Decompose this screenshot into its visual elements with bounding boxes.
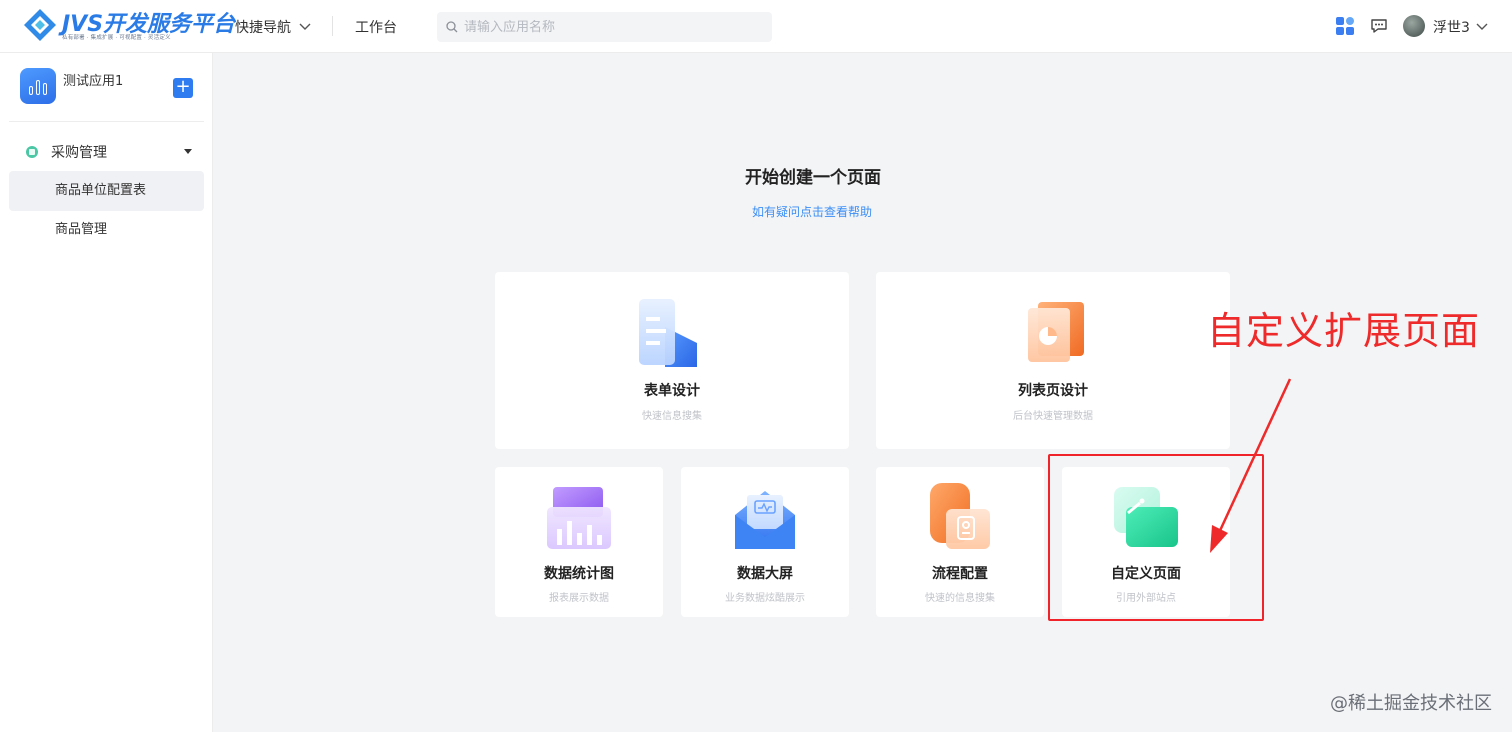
folder-icon [26, 146, 38, 158]
caret-down-icon [184, 149, 192, 154]
nav-divider [332, 16, 333, 36]
search-icon [446, 21, 458, 33]
annotation-label: 自定义扩展页面 [1207, 309, 1481, 353]
help-link[interactable]: 如有疑问点击查看帮助 [662, 203, 962, 220]
card-subtitle: 快速的信息搜集 [925, 593, 995, 604]
card-form-design[interactable]: 表单设计 快速信息搜集 [495, 272, 849, 449]
logo[interactable]: JVS开发服务平台 私有部署 · 集成扩展 · 可视配置 · 灵活定义 [22, 6, 235, 46]
user-name: 浮世3 [1433, 20, 1470, 36]
sidebar: 测试应用1 + 采购管理 商品单位配置表 商品管理 [0, 53, 213, 732]
message-icon[interactable] [1370, 17, 1388, 35]
logo-subtitle: 私有部署 · 集成扩展 · 可视配置 · 灵活定义 [62, 35, 171, 41]
envelope-screen-icon [735, 491, 795, 549]
card-subtitle: 报表展示数据 [549, 593, 609, 604]
sidebar-divider [9, 121, 204, 122]
card-title: 数据大屏 [737, 566, 793, 582]
search-input[interactable] [464, 19, 754, 35]
top-bar: JVS开发服务平台 私有部署 · 集成扩展 · 可视配置 · 灵活定义 快捷导航… [0, 0, 1512, 53]
search-box [437, 12, 772, 42]
quick-nav-label: 快捷导航 [235, 20, 291, 36]
card-subtitle: 业务数据炫酷展示 [725, 593, 805, 604]
workflow-icon [930, 483, 990, 549]
card-subtitle: 后台快速管理数据 [1013, 411, 1093, 422]
card-data-chart[interactable]: 数据统计图 报表展示数据 [495, 467, 663, 617]
bar-chart-icon [547, 487, 611, 549]
annotation-arrow-icon [1210, 378, 1292, 553]
sidebar-group-purchase[interactable]: 采购管理 [26, 141, 196, 163]
card-title: 列表页设计 [1018, 383, 1088, 399]
app-name: 测试应用1 [63, 74, 124, 89]
watermark: @稀土掘金技术社区 [1330, 693, 1492, 714]
card-title: 数据统计图 [544, 566, 614, 582]
add-page-button[interactable]: + [173, 78, 193, 98]
nav-workbench[interactable]: 工作台 [355, 17, 397, 37]
chevron-down-icon [299, 23, 311, 30]
apps-grid-icon[interactable] [1335, 16, 1355, 36]
chevron-down-icon [1476, 23, 1488, 30]
card-workflow-config[interactable]: 流程配置 快速的信息搜集 [876, 467, 1044, 617]
user-menu[interactable]: 浮世3 [1433, 17, 1488, 37]
quick-nav-menu[interactable]: 快捷导航 [235, 17, 311, 37]
card-data-screen[interactable]: 数据大屏 业务数据炫酷展示 [681, 467, 849, 617]
avatar[interactable] [1403, 15, 1425, 37]
card-title: 流程配置 [932, 566, 988, 582]
card-title: 表单设计 [644, 383, 700, 399]
list-design-icon [1028, 302, 1084, 362]
sidebar-item-product[interactable]: 商品管理 [9, 210, 204, 250]
sidebar-group-label: 采购管理 [51, 145, 107, 161]
form-design-icon [639, 299, 697, 367]
logo-mark-icon [24, 9, 56, 41]
card-subtitle: 快速信息搜集 [642, 411, 702, 422]
app-bar-chart-icon [20, 68, 56, 104]
card-list-design[interactable]: 列表页设计 后台快速管理数据 [876, 272, 1230, 449]
sidebar-item-unit-config[interactable]: 商品单位配置表 [9, 171, 204, 211]
page-title: 开始创建一个页面 [745, 168, 881, 188]
